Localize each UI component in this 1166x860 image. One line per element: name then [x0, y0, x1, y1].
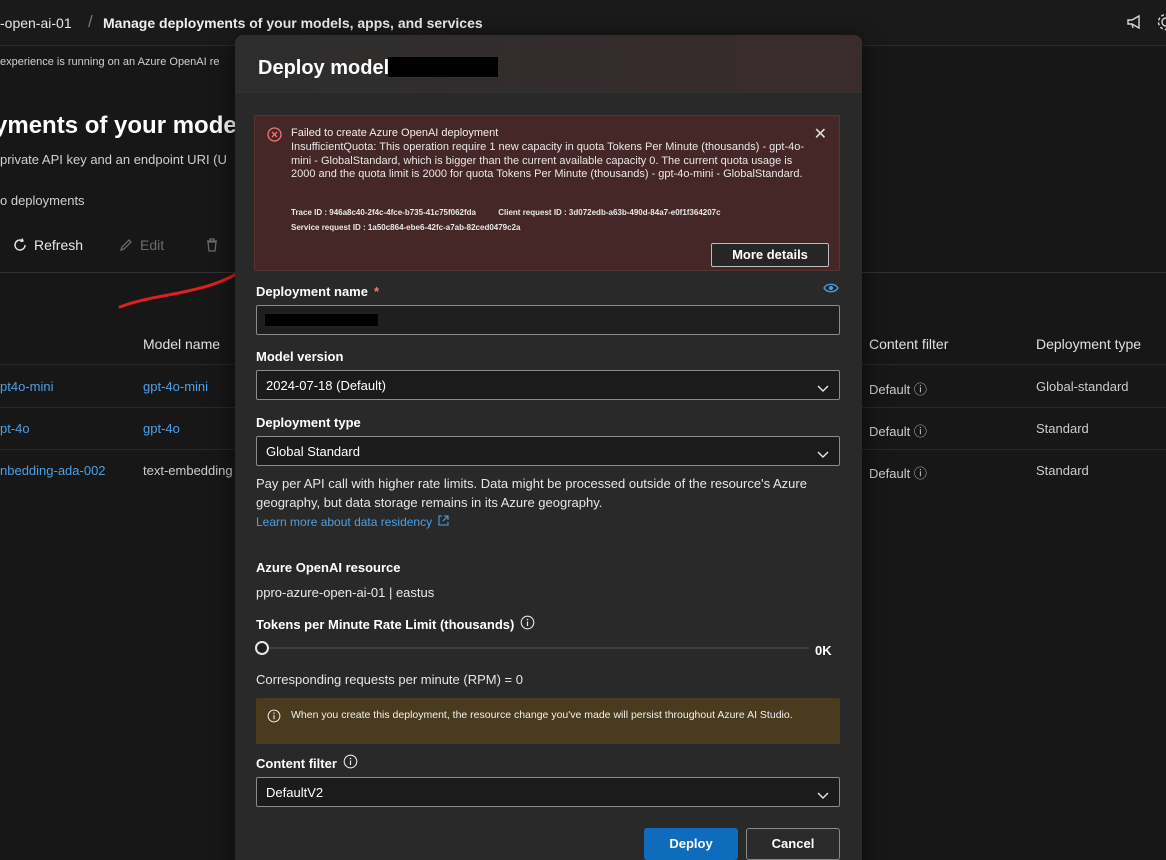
chevron-down-icon	[817, 787, 829, 805]
deployment-name-label-text: Deployment name	[256, 284, 368, 299]
deployment-name-link[interactable]: pt-4o	[0, 421, 30, 436]
deployment-name-label: Deployment name *	[256, 284, 379, 299]
deployment-type-cell: Global-standard	[1036, 379, 1129, 394]
rate-limit-value: 0K	[815, 643, 832, 658]
external-link-icon	[438, 515, 449, 529]
megaphone-icon[interactable]	[1124, 11, 1146, 33]
deploy-model-dialog: Deploy model ✕ Failed to create Azure Op…	[235, 35, 862, 860]
deployment-name-link[interactable]: nbedding-ada-002	[0, 463, 106, 478]
rate-limit-label-text: Tokens per Minute Rate Limit (thousands)	[256, 616, 515, 632]
model-version-value: 2024-07-18 (Default)	[266, 378, 386, 393]
error-body: InsufficientQuota: This operation requir…	[291, 141, 805, 181]
cancel-button[interactable]: Cancel	[746, 828, 840, 860]
content-filter-label-text: Content filter	[256, 755, 337, 771]
rate-limit-label: Tokens per Minute Rate Limit (thousands)	[256, 615, 535, 633]
azure-openai-resource-value: ppro-azure-open-ai-01 | eastus	[256, 585, 435, 600]
info-icon[interactable]	[520, 615, 535, 633]
content-filter-value: Default	[869, 382, 911, 397]
experience-notice: experience is running on an Azure OpenAI…	[0, 56, 220, 68]
redacted-deployment-name	[265, 314, 378, 326]
chevron-down-icon	[817, 380, 829, 398]
chevron-down-icon	[817, 446, 829, 464]
page-subtitle: private API key and an endpoint URI (U	[0, 152, 227, 167]
model-version-select[interactable]: 2024-07-18 (Default)	[256, 370, 840, 400]
deployments-label: o deployments	[0, 193, 85, 208]
info-icon[interactable]: ⓘ	[914, 424, 927, 439]
error-icon	[267, 127, 282, 147]
content-filter-value: Default	[869, 424, 911, 439]
azure-openai-resource-label: Azure OpenAI resource	[256, 560, 401, 575]
breadcrumb-page: Manage deployments of your models, apps,…	[103, 15, 483, 31]
page-heading: yments of your models	[0, 112, 257, 139]
model-name-link[interactable]: gpt-4o	[143, 421, 180, 436]
deployment-type-value: Global Standard	[266, 444, 360, 459]
content-filter-value: Default	[869, 466, 911, 481]
learn-more-text: Learn more about data residency	[256, 515, 433, 529]
learn-more-link[interactable]: Learn more about data residency	[256, 515, 449, 529]
service-request-id-text: Service request ID : 1a50c864-ebe6-42fc-…	[291, 223, 521, 232]
more-details-button[interactable]: More details	[711, 243, 829, 267]
error-message-bar: ✕ Failed to create Azure OpenAI deployme…	[254, 115, 840, 271]
gear-icon[interactable]	[1155, 11, 1166, 33]
deployment-name-input[interactable]	[256, 305, 840, 335]
redacted-model-name	[388, 57, 498, 77]
deployment-type-cell: Standard	[1036, 463, 1089, 478]
content-filter-select[interactable]: DefaultV2	[256, 777, 840, 807]
column-header-content-filter[interactable]: Content filter	[869, 336, 948, 352]
required-marker: *	[373, 284, 380, 299]
model-name-link[interactable]: gpt-4o-mini	[143, 379, 208, 394]
refresh-label: Refresh	[34, 237, 84, 253]
deployment-type-cell: Standard	[1036, 421, 1089, 436]
info-icon	[267, 709, 281, 728]
breadcrumb-separator: /	[88, 12, 93, 31]
client-request-id: Client request ID : 3d072edb-a63b-490d-8…	[498, 208, 721, 217]
content-filter-value: DefaultV2	[266, 785, 324, 800]
service-request-id: Service request ID : 1a50c864-ebe6-42fc-…	[291, 223, 520, 232]
model-version-label: Model version	[256, 349, 344, 364]
refresh-button[interactable]: Refresh	[12, 237, 83, 253]
refresh-icon	[14, 238, 26, 251]
deployment-type-select[interactable]: Global Standard	[256, 436, 840, 466]
deployment-type-help: Pay per API call with higher rate limits…	[256, 476, 807, 510]
warning-message-bar: When you create this deployment, the res…	[256, 698, 840, 744]
info-icon[interactable]: ⓘ	[914, 382, 927, 397]
trace-id: Trace ID : 946a8c40-2f4c-4fce-b735-41c75…	[291, 208, 477, 217]
column-header-deployment-type[interactable]: Deployment type	[1036, 336, 1141, 352]
content-filter-cell: Default ⓘ	[869, 463, 927, 482]
column-header-model-name[interactable]: Model name	[143, 336, 220, 352]
content-filter-cell: Default ⓘ	[869, 379, 927, 398]
content-filter-label: Content filter	[256, 754, 358, 772]
deployment-type-label: Deployment type	[256, 415, 361, 430]
model-name-cell: text-embedding	[143, 463, 233, 478]
dialog-title: Deploy model	[258, 57, 390, 79]
error-ids: Trace ID : 946a8c40-2f4c-4fce-b735-41c75…	[291, 208, 721, 217]
deployment-name-link[interactable]: pt4o-mini	[0, 379, 53, 394]
deploy-button[interactable]: Deploy	[644, 828, 738, 860]
dialog-header: Deploy model	[235, 35, 862, 93]
eye-icon[interactable]	[823, 281, 839, 299]
rate-limit-slider-thumb[interactable]	[255, 641, 269, 655]
content-filter-cell: Default ⓘ	[869, 421, 927, 440]
close-icon[interactable]: ✕	[814, 124, 827, 144]
info-icon[interactable]	[343, 754, 358, 772]
info-icon[interactable]: ⓘ	[914, 466, 927, 481]
rate-limit-slider-track[interactable]	[262, 647, 809, 649]
breadcrumb-resource[interactable]: -open-ai-01	[0, 15, 72, 31]
error-title: Failed to create Azure OpenAI deployment	[291, 127, 499, 139]
rpm-text: Corresponding requests per minute (RPM) …	[256, 672, 523, 687]
warning-text: When you create this deployment, the res…	[291, 709, 793, 721]
